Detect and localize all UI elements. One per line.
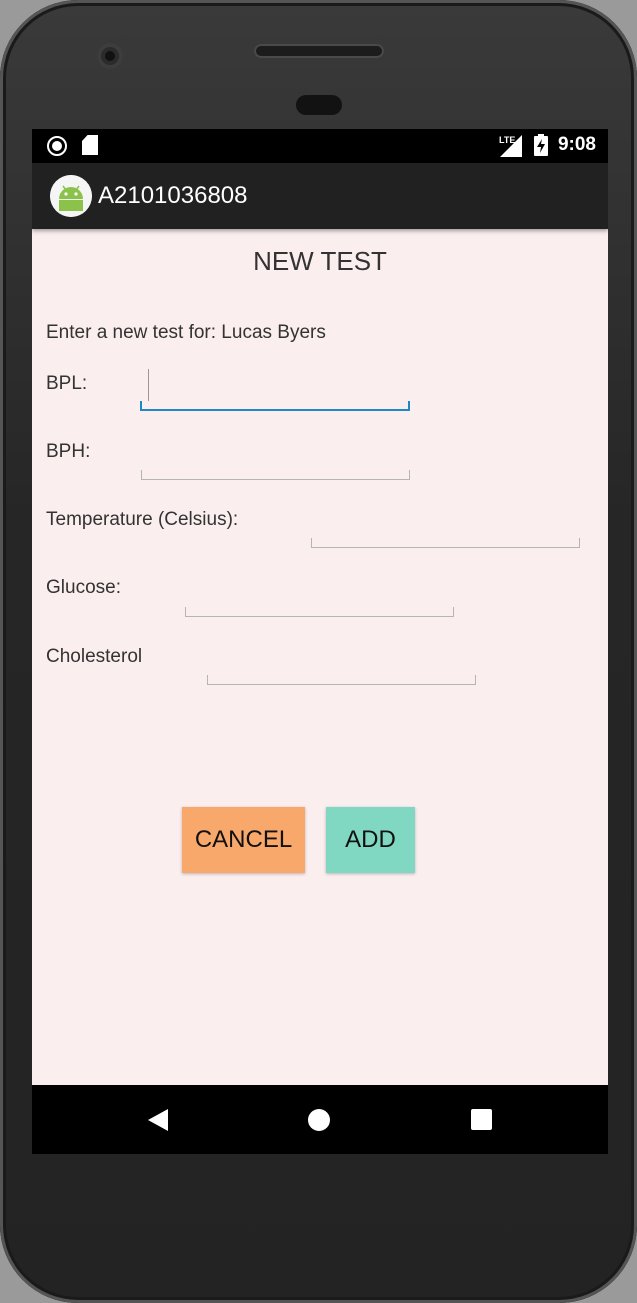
back-icon[interactable] bbox=[148, 1109, 168, 1131]
bph-label: BPH: bbox=[46, 441, 91, 462]
battery-charging-icon bbox=[534, 134, 548, 156]
text-cursor bbox=[148, 369, 149, 401]
sd-card-icon bbox=[82, 135, 98, 155]
add-button[interactable]: ADD bbox=[326, 807, 415, 873]
page-title: NEW TEST bbox=[253, 246, 387, 276]
recents-icon[interactable] bbox=[471, 1109, 492, 1130]
temperature-label: Temperature (Celsius): bbox=[46, 509, 239, 530]
bpl-label: BPL: bbox=[46, 373, 88, 394]
app-title: A2101036808 bbox=[98, 182, 248, 209]
temperature-input[interactable] bbox=[311, 538, 580, 548]
glucose-input[interactable] bbox=[185, 607, 454, 617]
status-time: 9:08 bbox=[557, 134, 596, 155]
home-icon[interactable] bbox=[308, 1109, 330, 1131]
lte-label: LTE bbox=[499, 135, 515, 145]
bpl-input[interactable] bbox=[140, 401, 410, 411]
app-bar: A2101036808 bbox=[32, 163, 608, 229]
screen: LTE 9:08 A2101036808 NEW TEST Enter a ne… bbox=[32, 129, 608, 1154]
cholesterol-input[interactable] bbox=[207, 675, 476, 685]
record-icon bbox=[47, 136, 67, 156]
proximity-sensor bbox=[296, 95, 342, 115]
android-icon bbox=[50, 175, 92, 217]
cholesterol-label: Cholesterol bbox=[46, 646, 143, 667]
cancel-button[interactable]: CANCEL bbox=[182, 807, 305, 873]
front-camera bbox=[97, 43, 123, 69]
status-bar: LTE 9:08 bbox=[32, 129, 608, 163]
lte-signal-icon: LTE bbox=[499, 135, 522, 157]
intro-text: Enter a new test for: Lucas Byers bbox=[46, 322, 326, 343]
glucose-label: Glucose: bbox=[46, 577, 121, 598]
earpiece-speaker bbox=[254, 44, 384, 58]
bph-input[interactable] bbox=[141, 470, 410, 480]
phone-frame: LTE 9:08 A2101036808 NEW TEST Enter a ne… bbox=[0, 0, 637, 1303]
navigation-bar bbox=[32, 1085, 608, 1154]
